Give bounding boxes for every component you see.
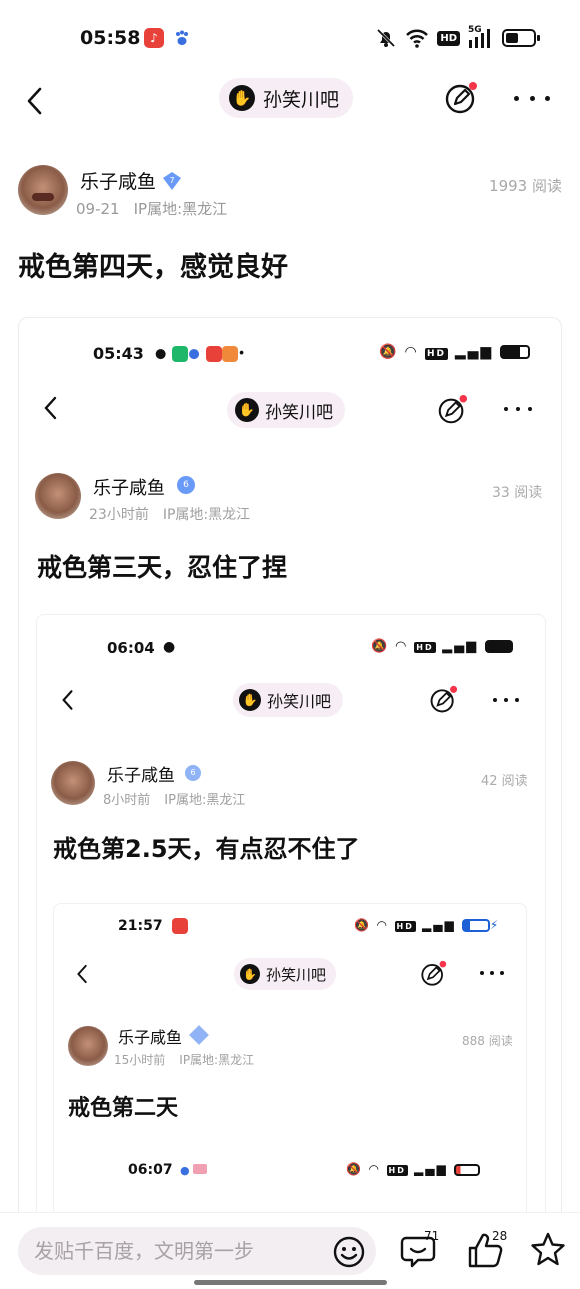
nested-title: 戒色第二天	[68, 1096, 179, 1121]
back-arrow-icon[interactable]	[24, 84, 48, 118]
nested-title: 戒色第三天，忍住了捏	[37, 553, 288, 582]
nested-reads: 42 阅读	[481, 774, 528, 789]
home-indicator[interactable]	[194, 1280, 387, 1285]
network-type: 5G	[468, 25, 482, 35]
like-count: 28	[492, 1229, 508, 1243]
nested-more-icon	[480, 970, 504, 975]
nested-screen-1: 05:43 ● ● • 🔕 ◠ HD ▂▄▆ ✋ 孙笑川吧 乐子咸鱼 6 23小时前…	[19, 318, 561, 618]
nested-level-icon: 6	[177, 476, 195, 494]
star-favorite-icon[interactable]	[528, 1230, 568, 1270]
reply-input[interactable]	[34, 1227, 324, 1275]
nested-author: 乐子咸鱼	[107, 766, 175, 786]
nested-meta: 15小时前 IP属地:黑龙江	[114, 1053, 255, 1067]
nested-back-icon	[44, 396, 57, 420]
nested-reads: 33 阅读	[492, 485, 543, 501]
nested-forum-name: 孙笑川吧	[266, 965, 327, 984]
forum-chip[interactable]: ✋ 孙笑川吧	[219, 78, 354, 118]
nested-forum-chip: ✋ 孙笑川吧	[233, 683, 344, 717]
nested-status-icons: 🔕 ◠ HD ▂▄▆	[379, 344, 531, 360]
nested-time: 06:04	[107, 639, 155, 657]
top-nav: ✋ 孙笑川吧	[0, 78, 580, 124]
level-diamond-icon: 7	[163, 171, 182, 190]
bell-muted-icon	[377, 28, 396, 48]
battery-icon	[502, 29, 540, 47]
nested-status-icons: 🔕 ◠ HD ▂▄▆	[371, 639, 513, 654]
nested-title: 戒色第2.5天，有点忍不住了	[53, 835, 360, 863]
author-row[interactable]: 乐子咸鱼 7	[80, 167, 182, 194]
nested-time: 05:43	[93, 344, 144, 363]
nested-forum-chip: ✋ 孙笑川吧	[234, 958, 337, 990]
netease-icon	[172, 918, 188, 934]
nested-time: 06:07	[128, 1162, 173, 1178]
wifi-icon	[406, 29, 429, 48]
nested-reads: 888 阅读	[462, 1034, 513, 1048]
nested-avatar	[35, 473, 81, 519]
author-avatar[interactable]	[18, 165, 68, 215]
nested-status-apps: ● ● •	[155, 346, 252, 362]
nested-author: 乐子咸鱼	[118, 1028, 183, 1047]
comment-count: 71	[424, 1229, 440, 1243]
nested-edit-icon	[421, 960, 447, 986]
post-title: 戒色第四天，感觉良好	[18, 252, 288, 283]
nested-forum-name: 孙笑川吧	[265, 402, 333, 423]
nested-status-apps: ●	[180, 1164, 208, 1177]
post-date: 09-21	[76, 200, 120, 218]
post-meta: 09-21 IP属地:黑龙江	[76, 198, 227, 219]
nested-meta: 8小时前 IP属地:黑龙江	[103, 793, 246, 808]
read-count: 1993 阅读	[489, 177, 562, 195]
nested-forum-chip: ✋ 孙笑川吧	[227, 392, 345, 428]
nested-time: 21:57	[118, 918, 163, 934]
nested-avatar	[51, 761, 95, 805]
wechat-icon: ●	[163, 639, 176, 655]
forum-hand-icon: ✋	[229, 85, 255, 111]
nested-author: 乐子咸鱼	[93, 478, 165, 499]
nested-status-icons: 🔕 ◠ HD ▂▄▆ ⚡	[354, 918, 501, 932]
svg-text:7: 7	[169, 176, 174, 185]
ip-location: IP属地:黑龙江	[133, 200, 228, 218]
forum-name: 孙笑川吧	[263, 88, 340, 111]
status-icons: HD 5G	[375, 25, 540, 49]
edit-post-icon[interactable]	[444, 81, 478, 115]
nested-meta: 23小时前 IP属地:黑龙江	[89, 507, 251, 523]
nested-edit-icon	[430, 685, 458, 713]
nested-back-icon	[62, 690, 73, 710]
bottom-bar: 71 28	[0, 1212, 580, 1289]
hd-badge: HD	[437, 30, 460, 46]
status-time: 05:58	[80, 27, 141, 49]
nested-more-icon	[493, 697, 519, 703]
embedded-screenshot[interactable]: 05:43 ● ● • 🔕 ◠ HD ▂▄▆ ✋ 孙笑川吧 乐子咸鱼 6 23小时前…	[18, 317, 562, 1289]
nested-edit-icon	[438, 394, 468, 424]
nested-screen-2: 06:04 ● 🔕 ◠ HD ▂▄▆ ✋ 孙笑川吧 乐子咸鱼 6 8小时前 IP属…	[36, 614, 546, 1289]
more-menu-icon[interactable]	[514, 84, 550, 112]
music-app-icon: ♪	[144, 28, 164, 48]
emoji-icon[interactable]	[332, 1235, 366, 1269]
nested-level-icon: 6	[185, 765, 201, 781]
nested-status-icons: 🔕 ◠ HD ▂▄▆	[346, 1162, 480, 1176]
baidu-paw-icon	[172, 28, 192, 48]
nested-avatar	[68, 1026, 108, 1066]
author-name: 乐子咸鱼	[80, 171, 157, 193]
signal-5g-icon: 5G	[468, 25, 494, 48]
post-header: 乐子咸鱼 7 09-21 IP属地:黑龙江 1993 阅读	[18, 165, 562, 219]
status-bar: 05:58 ♪ HD 5G	[0, 0, 580, 78]
nested-more-icon	[504, 406, 532, 412]
nested-level-icon	[189, 1025, 209, 1045]
reply-input-pill[interactable]	[18, 1227, 376, 1275]
nested-back-icon	[77, 964, 87, 984]
nested-forum-name: 孙笑川吧	[267, 692, 332, 711]
